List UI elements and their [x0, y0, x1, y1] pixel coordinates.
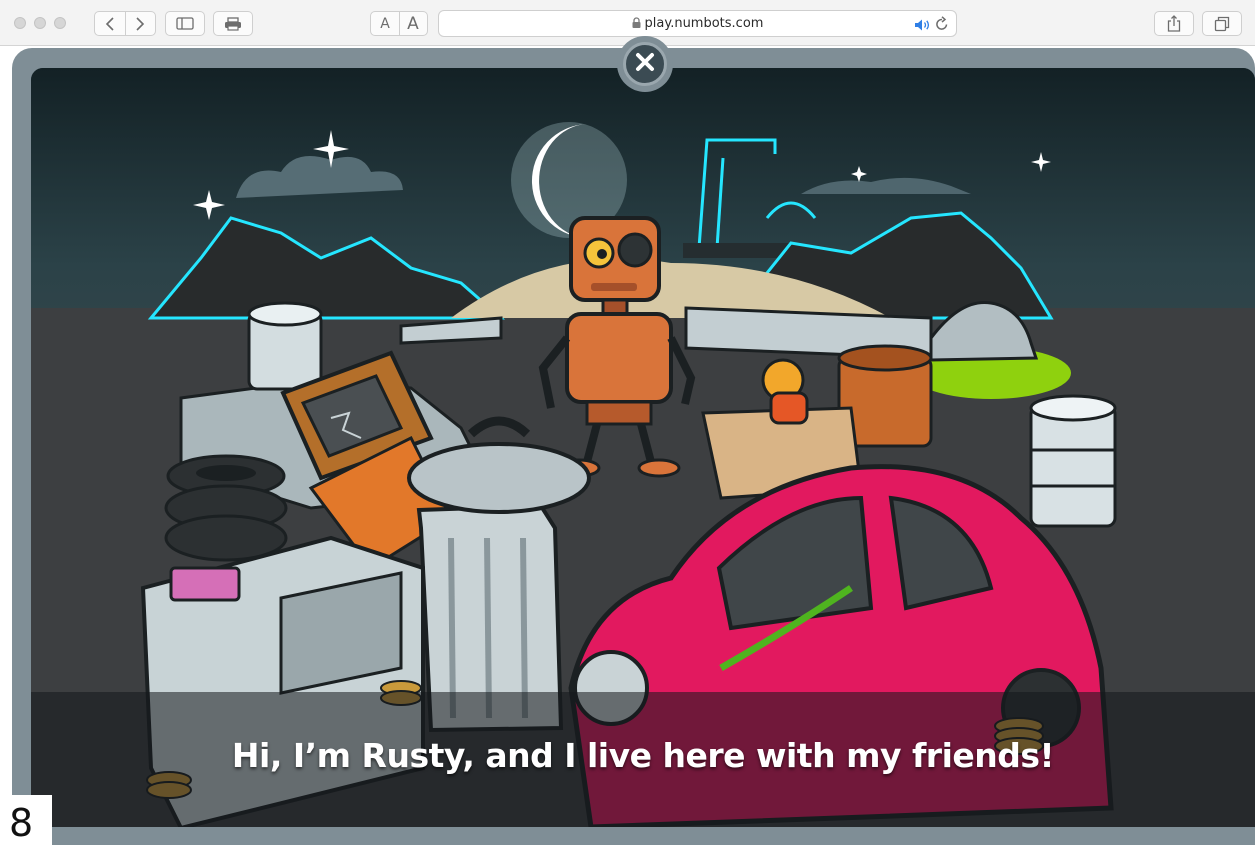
audio-playing-icon[interactable] [914, 17, 932, 36]
page-number: 8 [9, 801, 34, 845]
window-close-dot[interactable] [14, 17, 26, 29]
share-button[interactable] [1154, 11, 1194, 36]
metal-barrel-left [247, 301, 323, 391]
decrease-text-size-button[interactable]: A [371, 16, 399, 32]
tire-stack [164, 454, 288, 562]
back-icon[interactable] [95, 16, 125, 31]
close-button[interactable] [617, 36, 673, 92]
address-url: play.numbots.com [644, 16, 764, 31]
print-button[interactable] [213, 11, 253, 36]
segment-divider [399, 11, 400, 36]
cassette-tape [169, 566, 241, 602]
reload-icon[interactable] [935, 16, 949, 35]
share-icon [1167, 15, 1181, 32]
window-zoom-dot[interactable] [54, 17, 66, 29]
browser-toolbar: A A play.numbots.com [0, 0, 1255, 46]
dialogue-subtitle: Hi, I’m Rusty, and I live here with my f… [231, 736, 1055, 775]
segment-divider [125, 11, 126, 36]
printer-icon [224, 16, 242, 31]
forward-icon[interactable] [125, 16, 155, 31]
lock-icon [632, 17, 641, 32]
tabs-overview-button[interactable] [1202, 11, 1242, 36]
metal-barrel-right [1029, 394, 1117, 528]
close-icon [635, 52, 655, 76]
sidebar-icon [176, 17, 194, 30]
junkyard-scene[interactable]: Hi, I’m Rusty, and I live here with my f… [31, 68, 1255, 827]
address-bar[interactable]: play.numbots.com [438, 10, 957, 37]
increase-text-size-button[interactable]: A [399, 14, 427, 34]
tabs-icon [1214, 16, 1230, 32]
sidebar-button[interactable] [165, 11, 205, 36]
window-minimize-dot[interactable] [34, 17, 46, 29]
